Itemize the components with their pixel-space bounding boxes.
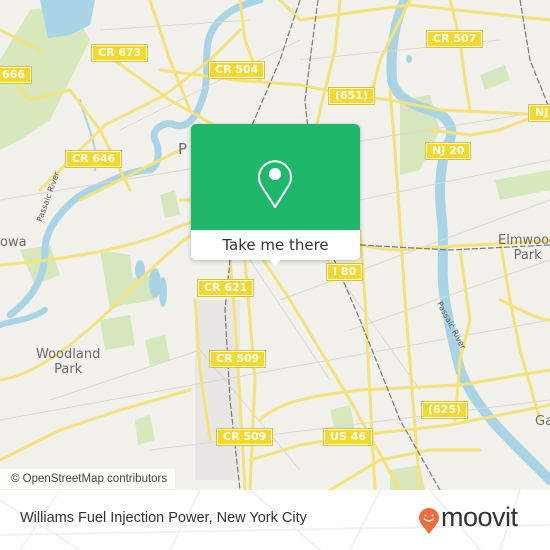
place-label-elmwood-park: Elmwood Park: [498, 233, 550, 263]
road-shield-cr509-south: CR 509: [215, 428, 274, 446]
road-shield-cr504: CR 504: [207, 61, 266, 79]
map-attribution[interactable]: © OpenStreetMap contributors: [0, 469, 176, 489]
road-shield-nj20: NJ 20: [424, 142, 472, 160]
map-pin-icon: [258, 160, 292, 208]
road-shield-cr507: CR 507: [425, 30, 484, 48]
take-me-there-button[interactable]: Take me there: [191, 230, 360, 260]
popup-header: [191, 124, 360, 230]
road-shield-i80: I 80: [325, 263, 364, 281]
map[interactable]: 666 CR 673 CR 504 CR 507 (651) CR 646 NJ…: [0, 0, 550, 490]
popup-pointer: [268, 258, 282, 266]
place-label-totowa: owa: [0, 235, 27, 250]
road-shield-cr646: CR 646: [64, 150, 123, 168]
moovit-wordmark: moovit: [441, 502, 518, 532]
road-shield-nj20-edge: NJ: [527, 104, 550, 122]
footer: Williams Fuel Injection Power, New York …: [0, 490, 550, 550]
road-shield-us46: US 46: [323, 428, 373, 446]
destination-popup: Take me there: [191, 124, 360, 266]
place-label-paterson: P: [178, 140, 188, 158]
place-title: Williams Fuel Injection Power, New York …: [20, 510, 307, 526]
place-label-woodland-park: Woodland Park: [36, 347, 101, 377]
road-shield-cr666: 666: [0, 66, 32, 84]
road-shield-cr673: CR 673: [90, 44, 149, 62]
road-shield-651: (651): [327, 87, 376, 105]
road-shield-625: (625): [420, 401, 469, 419]
moovit-smiley-pin-icon: [419, 508, 439, 534]
road-shield-cr621: CR 621: [196, 279, 255, 297]
road-shield-cr509: CR 509: [208, 350, 267, 368]
place-label-garfield: Ga: [535, 414, 550, 429]
